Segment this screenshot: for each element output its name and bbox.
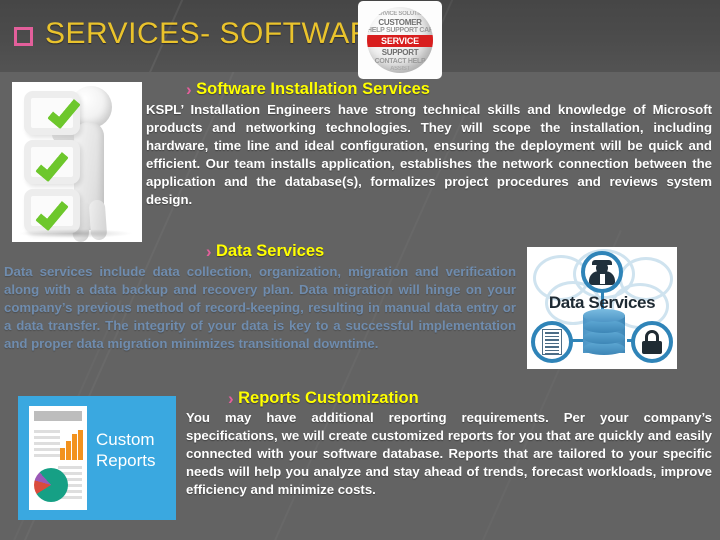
custom-reports-banner-image: Custom Reports	[18, 396, 176, 520]
customer-service-globe-image: SERVICE SOLUTION CUSTOMER HELP SUPPORT C…	[358, 1, 442, 79]
document-text-line	[58, 466, 82, 469]
pie-chart-icon	[34, 468, 68, 502]
bar-chart-icon	[60, 430, 83, 460]
chevron-right-icon: ›	[228, 389, 234, 408]
section-body-text: You may have additional reporting requir…	[186, 410, 712, 498]
section-heading: Reports Customization	[238, 389, 419, 407]
globe-word-row: CUSTOMER	[378, 18, 422, 27]
section-heading: Data Services	[215, 242, 325, 260]
custom-reports-label-line2: Reports	[96, 450, 156, 470]
section-heading-row: › Data Services	[4, 242, 516, 261]
globe-word-row: SERVICE SOLUTION	[372, 11, 428, 17]
agent-tie	[599, 274, 605, 284]
section-software-installation: › Software Installation Services KSPL’ I…	[146, 80, 712, 209]
data-services-image-label: Data Services	[548, 293, 656, 312]
support-agent-icon	[581, 251, 623, 293]
custom-reports-label: Custom Reports	[96, 430, 156, 471]
slide-title-row: SERVICES- SOFTWARE	[14, 17, 392, 51]
slide-canvas: SERVICES- SOFTWARE SERVICE SOLUTION CUST…	[0, 0, 720, 540]
page-title: SERVICES- SOFTWARE	[45, 17, 393, 50]
data-services-diagram-image: Data Services	[527, 247, 677, 369]
document-header-bar	[34, 411, 82, 421]
section-reports-customization: › Reports Customization You may have add…	[186, 389, 712, 499]
globe-word-row: HELP SUPPORT CARE	[367, 27, 433, 34]
document-text-line	[34, 442, 60, 445]
document-icon	[531, 321, 573, 363]
section-body-text: KSPL’ Installation Engineers have strong…	[146, 102, 712, 208]
globe-word-row: ASSIST	[390, 66, 410, 72]
document-text-line	[34, 448, 60, 451]
globe-service-banner: SERVICE	[367, 35, 433, 47]
custom-reports-label-line1: Custom	[96, 430, 155, 449]
section-heading: Software Installation Services	[196, 80, 430, 98]
document-text-line	[34, 454, 60, 457]
lock-icon	[631, 321, 673, 363]
globe-word-row: SUPPORT	[381, 48, 419, 57]
section-heading-row: › Software Installation Services	[146, 80, 712, 99]
section-data-services: › Data Services Data services include da…	[4, 242, 516, 353]
globe-sphere: SERVICE SOLUTION CUSTOMER HELP SUPPORT C…	[367, 7, 433, 73]
report-document-graphic	[29, 406, 87, 510]
lock-body	[642, 341, 662, 354]
document-shape	[542, 329, 562, 355]
lock-shape	[642, 330, 662, 354]
checkmark-boxes-figure-image	[12, 82, 142, 242]
chevron-right-icon: ›	[186, 80, 192, 99]
database-cylinder-icon	[583, 309, 625, 355]
section-body-text: Data services include data collection, o…	[4, 264, 516, 352]
square-outline-bullet-icon	[14, 26, 33, 46]
chevron-right-icon: ›	[205, 242, 212, 261]
globe-banner-label: SERVICE	[381, 36, 419, 46]
section-heading-row: › Reports Customization	[186, 389, 712, 408]
document-text-line	[34, 436, 60, 439]
document-text-line	[34, 430, 60, 433]
globe-word-row: CONTACT HELP	[374, 58, 426, 65]
figure-floor-shadow	[18, 229, 133, 238]
